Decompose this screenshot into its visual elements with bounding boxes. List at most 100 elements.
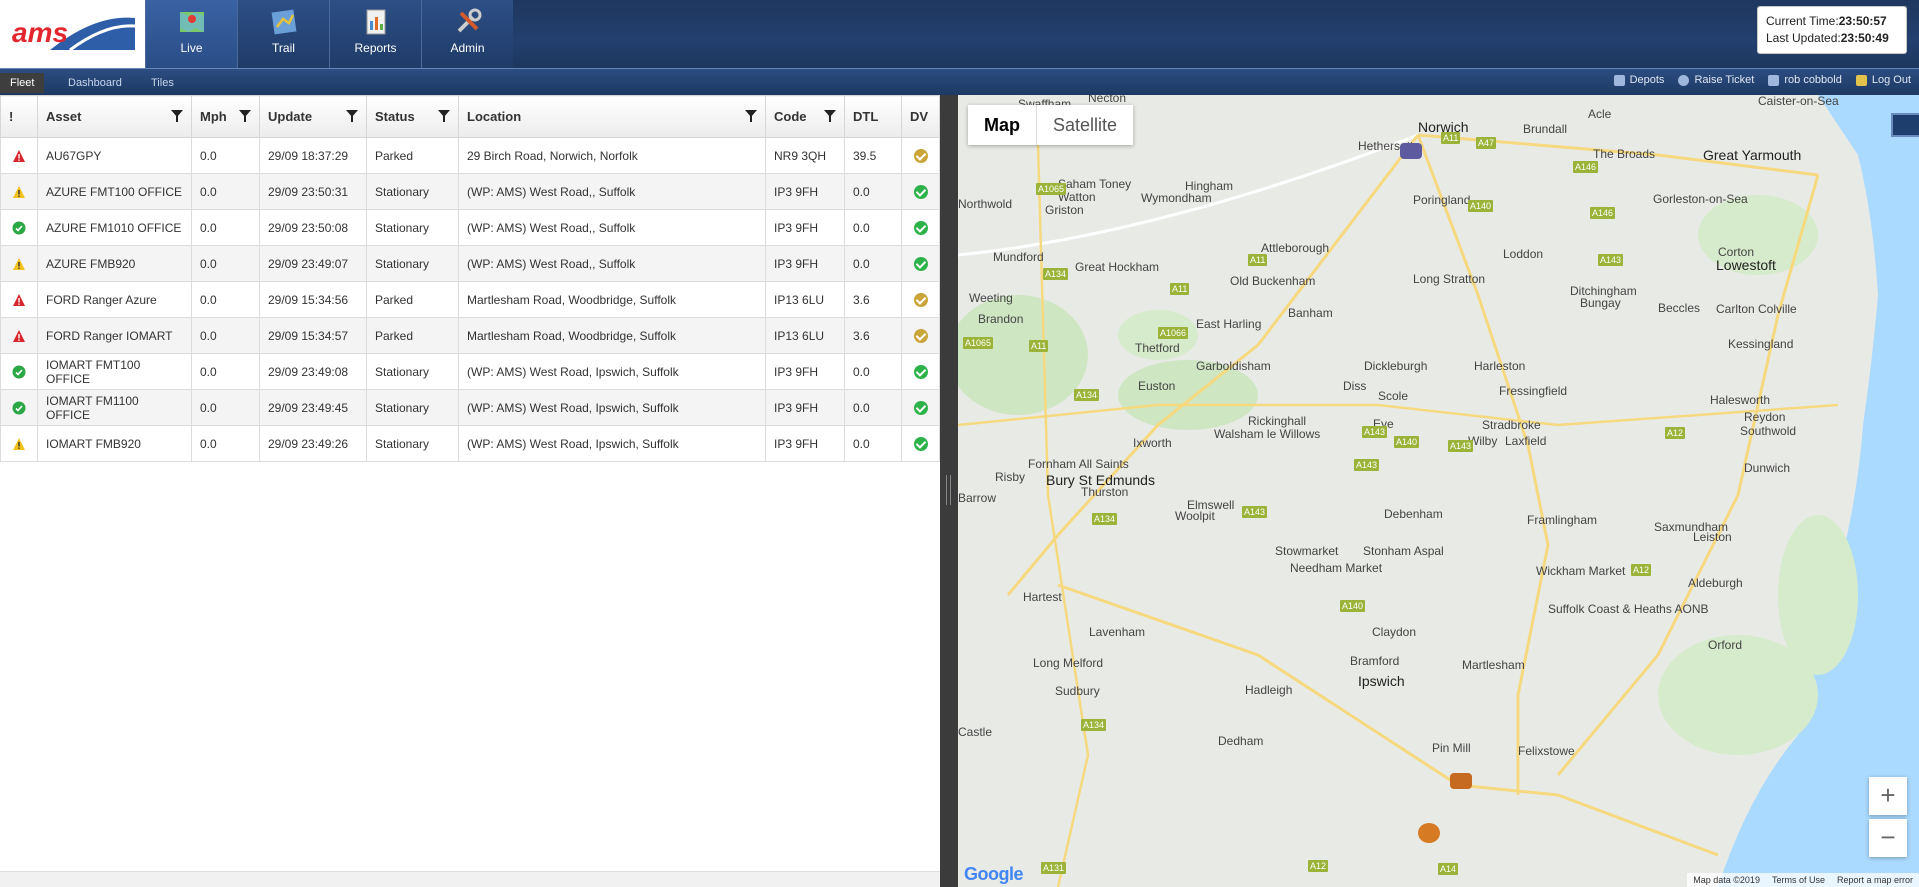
top-bar: ams Live Trail Reports Admin Current Tim… [0,0,1919,68]
filter-icon[interactable] [824,110,836,122]
alert-cell [0,137,38,174]
road-shield: A1065 [963,337,994,349]
cell-code: NR9 3QH [765,137,845,174]
filter-icon[interactable] [171,110,183,122]
raise-ticket-link[interactable]: Raise Ticket [1678,74,1754,86]
user-link[interactable]: rob cobbold [1768,74,1842,86]
map-place-label: Gorleston-on-Sea [1653,192,1748,206]
map-place-label: Brundall [1523,122,1568,136]
alert-red-icon [13,329,25,342]
map-place-label: Dickleburgh [1364,359,1428,373]
map-place-label: Griston [1045,203,1084,217]
table-row[interactable]: FORD Ranger Azure 0.0 29/09 15:34:56 Parked… [0,281,940,318]
dv-status-icon [913,256,928,271]
col-alert[interactable]: ! [0,95,38,138]
table-row[interactable]: AZURE FMB920 0.0 29/09 23:49:07 Stationary(… [0,245,940,282]
col-dtl[interactable]: DTL [844,95,902,138]
logout-link[interactable]: Log Out [1855,74,1911,86]
map-place-label: Dedham [1218,734,1264,748]
panel-splitter[interactable] [940,95,958,887]
subtab-fleet[interactable]: Fleet [0,73,45,93]
fullscreen-icon[interactable] [1891,113,1919,137]
dv-cell [901,389,940,426]
ams-logo[interactable]: ams [0,0,145,68]
table-row[interactable]: IOMART FMB920 0.0 29/09 23:49:26 Stationary… [0,425,940,462]
cell-location: Martlesham Road, Woodbridge, Suffolk [458,317,766,354]
dv-status-icon [913,328,928,343]
vehicle-marker[interactable] [1400,143,1422,159]
cell-location: (WP: AMS) West Road,, Suffolk [458,173,766,210]
col-mph[interactable]: Mph [191,95,260,138]
table-row[interactable]: IOMART FMT100 OFFICE 0.0 29/09 23:49:08 Sta… [0,353,940,390]
cell-update: 29/09 23:50:08 [259,209,367,246]
alert-yellow-icon [13,185,25,198]
nav-tab-trail[interactable]: Trail [237,0,329,68]
cell-asset: IOMART FMB920 [37,425,192,462]
cell-status: Stationary [366,209,459,246]
cell-asset: IOMART FM1100 OFFICE [37,389,192,426]
alert-cell [0,245,38,282]
map-type-satellite-button[interactable]: Satellite [1036,105,1133,145]
horizontal-scrollbar[interactable] [0,871,940,887]
road-shield: A143 [1448,440,1474,452]
col-status[interactable]: Status [366,95,459,138]
cell-asset: FORD Ranger IOMART [37,317,192,354]
cell-dtl: 0.0 [844,209,902,246]
cell-dtl: 0.0 [844,245,902,282]
road-shield: A47 [1476,137,1497,149]
subtab-tiles[interactable]: Tiles [141,73,184,93]
map-place-label: Attleborough [1261,241,1330,255]
terms-link[interactable]: Terms of Use [1772,873,1825,887]
fleet-table: ! Asset Mph Update Status Location Code … [0,95,940,462]
map-place-label: Mundford [993,250,1044,264]
vehicle-cluster-marker[interactable] [1418,823,1440,843]
map-view[interactable]: Norwich Swaffham Necton Acle Brundall Great Y… [958,95,1919,887]
alert-yellow-icon [13,257,25,270]
nav-tab-reports[interactable]: Reports [329,0,421,68]
map-place-label: Caister-on-Sea [1758,95,1839,108]
table-row[interactable]: FORD Ranger IOMART 0.0 29/09 15:34:57 Parke… [0,317,940,354]
cell-dtl: 0.0 [844,353,902,390]
vehicle-marker[interactable] [1450,773,1472,789]
zoom-out-button[interactable]: − [1869,819,1907,857]
map-place-label: Poringland [1413,193,1471,207]
zoom-in-button[interactable]: + [1869,777,1907,815]
filter-icon[interactable] [438,110,450,122]
filter-icon[interactable] [346,110,358,122]
col-location[interactable]: Location [458,95,766,138]
map-place-label: Lowestoft [1716,257,1776,273]
col-dv[interactable]: DV [901,95,940,138]
depots-link[interactable]: Depots [1613,74,1664,86]
cell-code: IP13 6LU [765,281,845,318]
map-place-label: Pin Mill [1432,741,1471,755]
subtab-dashboard[interactable]: Dashboard [58,73,132,93]
col-update[interactable]: Update [259,95,367,138]
filter-icon[interactable] [745,110,757,122]
filter-icon[interactable] [239,110,251,122]
report-error-link[interactable]: Report a map error [1837,873,1913,887]
cell-asset: AU67GPY [37,137,192,174]
road-shield: A12 [1665,427,1686,439]
cell-location: (WP: AMS) West Road, Ipswich, Suffolk [458,389,766,426]
map-place-label: Bramford [1350,654,1400,668]
cell-update: 29/09 23:49:07 [259,245,367,282]
col-code[interactable]: Code [765,95,845,138]
cell-asset: AZURE FM1010 OFFICE [37,209,192,246]
cell-dtl: 0.0 [844,173,902,210]
table-row[interactable]: IOMART FM1100 OFFICE 0.0 29/09 23:49:45 Sta… [0,389,940,426]
table-row[interactable]: AZURE FM1010 OFFICE 0.0 29/09 23:50:08 Stat… [0,209,940,246]
google-logo[interactable]: Google [964,864,1024,885]
alert-yellow-icon [13,437,25,450]
map-place-label: Beccles [1658,301,1701,315]
table-row[interactable]: AZURE FMT100 OFFICE 0.0 29/09 23:50:31 Stat… [0,173,940,210]
table-row[interactable]: AU67GPY 0.0 29/09 18:37:29 Parked 29 Birch R… [0,137,940,174]
cell-location: (WP: AMS) West Road,, Suffolk [458,245,766,282]
map-place-label: Barrow [958,491,997,505]
map-type-map-button[interactable]: Map [968,105,1036,145]
splitter-grip[interactable] [946,475,951,505]
nav-tab-live[interactable]: Live [145,0,237,68]
nav-tab-admin[interactable]: Admin [421,0,513,68]
map-place-label: Bungay [1580,296,1621,310]
map-place-label: Aldeburgh [1688,576,1743,590]
col-asset[interactable]: Asset [37,95,192,138]
